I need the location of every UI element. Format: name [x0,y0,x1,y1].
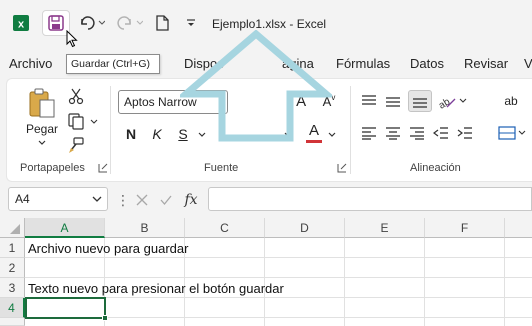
align-center-icon [386,127,400,140]
new-file-icon [156,15,169,31]
excel-logo-icon: x [8,10,34,36]
cell-a4[interactable] [25,297,106,319]
merge-cells-icon [498,126,526,140]
tab-vista[interactable]: V [524,56,532,71]
row-header-1[interactable]: 1 [0,238,25,258]
save-icon [48,15,64,31]
cut-button[interactable] [66,86,86,106]
tab-formulas[interactable]: Fórmulas [336,56,390,71]
ribbon-separator [110,86,111,174]
svg-text:x: x [18,19,25,31]
dialog-launcher-icon[interactable] [98,163,108,173]
scissors-icon [68,88,84,105]
name-box-value: A4 [15,192,30,206]
decrease-indent-icon [433,127,448,139]
copy-button[interactable] [66,111,100,131]
grid-line [25,257,532,258]
column-header-f[interactable]: F [425,218,505,238]
copy-icon [68,113,98,130]
align-top-icon [362,95,376,105]
align-right-button[interactable] [408,124,426,142]
font-dialog-launcher-icon[interactable] [337,163,347,173]
svg-text:ab: ab [437,96,452,109]
orientation-icon: ab [437,96,467,109]
tab-revisar[interactable]: Revisar [464,56,508,71]
brush-icon [69,137,84,153]
undo-icon [81,16,105,30]
column-header-d[interactable]: D [265,218,345,238]
align-center-button[interactable] [384,124,402,142]
confirm-formula-button[interactable] [156,190,176,210]
column-header-a[interactable]: A [25,218,105,238]
align-middle-icon [386,97,400,107]
cell-a1[interactable]: Archivo nuevo para guardar [28,241,188,256]
pointer-arrow-annotation [180,30,332,142]
check-icon [160,195,172,206]
cell-a3[interactable]: Texto nuevo para presionar el botón guar… [28,281,284,296]
wrap-text-button[interactable]: ab [500,90,522,112]
align-bottom-icon [413,98,427,108]
group-label-fuente: Fuente [204,162,239,174]
paste-button[interactable] [26,86,58,120]
save-tooltip: Guardar (Ctrl+G) [66,54,160,74]
insert-function-button[interactable]: fx [180,189,202,211]
fill-handle[interactable] [102,315,108,321]
formula-input[interactable] [208,187,532,211]
align-right-icon [410,127,424,140]
wrap-text-icon: ab [504,94,518,108]
new-file-button[interactable] [150,10,174,36]
format-painter-button[interactable] [66,135,86,155]
group-label-alineacion: Alineación [410,162,461,174]
tab-datos[interactable]: Datos [410,56,444,71]
merge-center-button[interactable] [498,124,526,142]
customize-qat-icon [187,19,195,26]
grid-line [344,238,345,326]
orientation-button[interactable]: ab [436,90,468,112]
group-label-portapapeles: Portapapeles [20,162,85,174]
increase-indent-icon [457,127,472,139]
more-options-icon[interactable]: ⋮ [116,192,130,209]
mouse-cursor-icon [66,30,78,48]
align-middle-button[interactable] [384,92,402,110]
align-bottom-button[interactable] [408,90,432,112]
row-header-5[interactable] [0,318,25,326]
column-header-g[interactable] [505,218,532,238]
cancel-formula-button[interactable] [132,190,152,210]
italic-button[interactable]: K [148,124,166,144]
row-header-4[interactable]: 4 [0,298,25,318]
window-title: Ejemplo1.xlsx - Excel [212,17,327,31]
ribbon-separator [350,86,351,174]
cancel-icon [136,194,148,206]
tab-archivo[interactable]: Archivo [9,56,52,71]
paste-label[interactable]: Pegar [26,122,58,136]
clipboard-icon [29,88,55,118]
column-header-b[interactable]: B [105,218,185,238]
column-header-e[interactable]: E [345,218,425,238]
select-all-corner[interactable] [0,218,25,238]
grid-line [504,238,505,326]
grid-line [424,238,425,326]
column-header-c[interactable]: C [185,218,265,238]
name-box-dropdown-icon[interactable] [92,196,102,203]
bold-button[interactable]: N [122,124,140,144]
align-left-icon [362,127,376,140]
undo-button[interactable] [76,10,106,36]
increase-indent-button[interactable] [456,124,474,142]
decrease-indent-button[interactable] [432,124,450,142]
row-header-2[interactable]: 2 [0,258,25,278]
grid-line [25,277,532,278]
align-left-button[interactable] [360,124,378,142]
align-top-button[interactable] [360,92,378,110]
redo-button[interactable] [112,10,144,36]
row-header-3[interactable]: 3 [0,278,25,298]
paste-dropdown-icon[interactable] [38,140,46,146]
redo-icon [117,16,143,30]
